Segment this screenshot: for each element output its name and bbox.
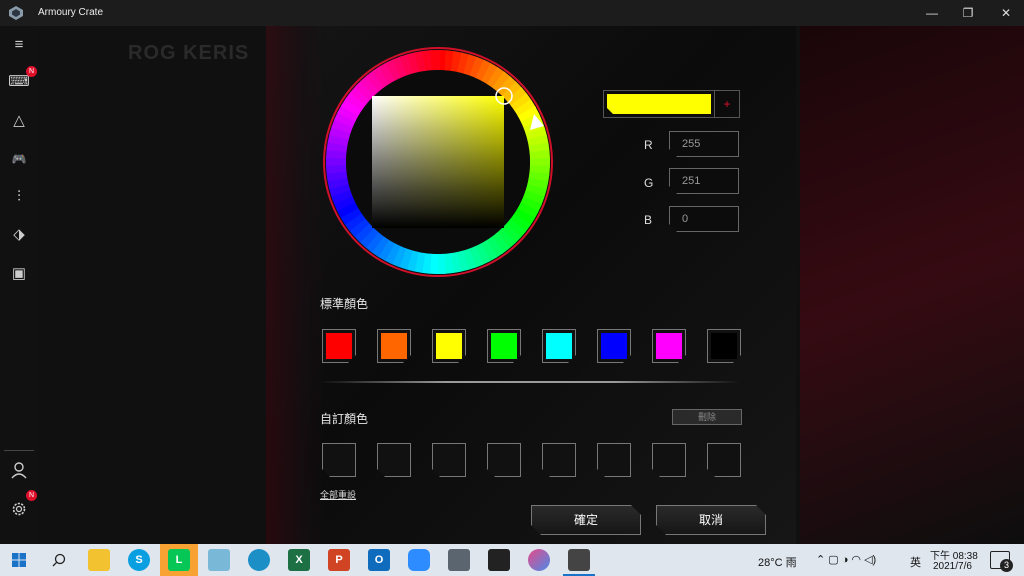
swatch-color [656,333,682,359]
standard-color-swatch[interactable] [707,329,741,363]
custom-color-slot[interactable] [652,443,686,477]
close-button[interactable]: ✕ [988,0,1024,26]
g-input[interactable]: 251 [669,168,739,194]
excel-icon[interactable]: X [288,549,310,571]
reset-all-link[interactable]: 全部重設 [320,488,356,501]
minimize-button[interactable]: — [914,0,950,26]
custom-color-slot[interactable] [432,443,466,477]
swatch-color [491,333,517,359]
custom-colors-label: 自訂顏色 [320,412,369,426]
sidebar: ≡ ⌨ N △ 🎮 ⫶ ⬗ ▣ N [0,26,38,544]
standard-color-swatch[interactable] [487,329,521,363]
windows-start-icon[interactable] [12,553,26,567]
r-input[interactable]: 255 [669,131,739,157]
line-icon[interactable]: L [168,549,190,571]
restore-button[interactable]: ❐ [950,0,986,26]
custom-color-slot[interactable] [597,443,631,477]
dialog-edge-glow [266,26,326,544]
clock-date[interactable]: 2021/7/6 [933,561,972,572]
standard-color-swatch[interactable] [322,329,356,363]
notification-count: 3 [1000,559,1013,572]
system-tray-icons[interactable]: ⌃ ▢ ◑ ◠ ◁) [816,553,876,566]
clock-time[interactable]: 下午 08:38 [930,547,978,562]
g-value: 251 [682,175,701,187]
ok-button[interactable]: 確定 [531,505,641,535]
zoom-icon[interactable] [408,549,430,571]
custom-color-slot[interactable] [487,443,521,477]
color-picker-dialog: + R 255 G 251 B 0 標準顏色 自訂顏色 刪除 全部重設 確定 取… [266,26,796,544]
add-color-button[interactable]: + [714,90,740,118]
standard-color-swatch[interactable] [542,329,576,363]
edge-icon[interactable] [248,549,270,571]
settings-new-badge: N [26,490,37,501]
outlook-icon[interactable]: O [368,549,390,571]
title-bar: Armoury Crate — ❐ ✕ [0,0,1024,26]
new-badge: N [26,66,37,77]
calculator-icon[interactable] [448,549,470,571]
paint-icon[interactable] [528,549,550,571]
tag-icon[interactable]: ⬗ [8,224,30,246]
equalizer-icon[interactable]: ⫶ [8,186,30,208]
swatch-color [326,333,352,359]
sidebar-divider [4,450,34,451]
device-title: ROG KERIS [128,42,250,64]
section-divider [320,381,740,383]
r-label: R [644,138,653,152]
swatch-color [436,333,462,359]
swatch-color [546,333,572,359]
armoury-crate-logo-icon [9,6,23,20]
sticky-notes-icon[interactable] [488,549,510,571]
custom-color-slot[interactable] [377,443,411,477]
cancel-button[interactable]: 取消 [656,505,766,535]
standard-color-swatch[interactable] [377,329,411,363]
media-icon[interactable]: ▣ [8,263,30,285]
swatch-color [381,333,407,359]
armoury-crate-taskbar-icon[interactable] [568,549,590,571]
window-title: Armoury Crate [38,7,104,18]
r-value: 255 [682,138,701,150]
b-value: 0 [682,213,689,225]
skype-icon[interactable]: S [128,549,150,571]
taskbar: S L X P O 28°C 雨 ⌃ ▢ ◑ ◠ ◁) 英 下午 08:38 2… [0,544,1024,576]
swatch-color [711,333,737,359]
standard-colors-label: 標準顏色 [320,297,369,311]
delete-color-button[interactable]: 刪除 [672,409,742,425]
gamepad-icon[interactable]: 🎮 [8,148,30,170]
g-label: G [644,176,654,190]
aura-sync-icon[interactable]: △ [8,110,30,132]
search-icon[interactable] [52,553,66,567]
color-wheel[interactable] [322,46,554,278]
b-input[interactable]: 0 [669,206,739,232]
file-explorer-icon[interactable] [88,549,110,571]
sticky-app-icon[interactable] [208,549,230,571]
user-icon[interactable] [10,461,28,479]
background-accent [800,26,1024,544]
b-label: B [644,213,653,227]
powerpoint-icon[interactable]: P [328,549,350,571]
standard-color-swatch[interactable] [652,329,686,363]
custom-color-slot[interactable] [542,443,576,477]
color-preview-fill [607,94,711,114]
custom-color-slot[interactable] [707,443,741,477]
weather[interactable]: 28°C 雨 [758,554,797,570]
color-preview [603,90,715,118]
custom-color-slot[interactable] [322,443,356,477]
menu-icon[interactable]: ≡ [8,34,30,56]
ime-indicator[interactable]: 英 [910,554,921,570]
standard-color-swatch[interactable] [597,329,631,363]
swatch-color [601,333,627,359]
standard-color-swatch[interactable] [432,329,466,363]
gear-icon[interactable] [10,500,28,518]
